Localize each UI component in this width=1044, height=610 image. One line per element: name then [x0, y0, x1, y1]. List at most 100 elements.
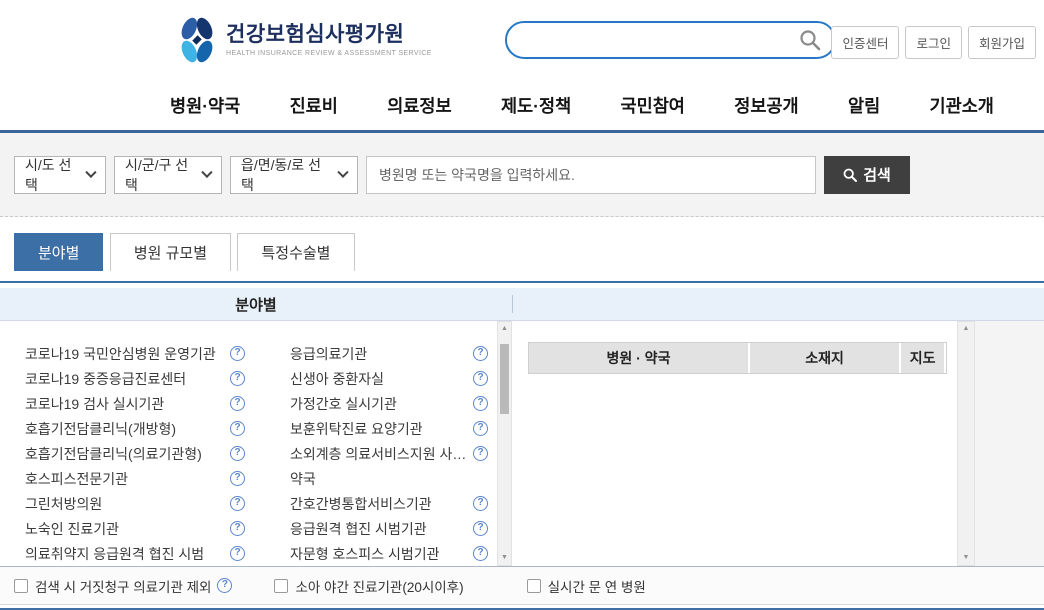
nav-item[interactable]: 제도·정책	[501, 93, 571, 118]
help-icon[interactable]: ?	[473, 346, 488, 361]
category-item[interactable]: 응급원격 협진 시범기관 ?	[290, 516, 488, 541]
search-button-label: 검색	[863, 164, 891, 185]
nav-item[interactable]: 정보공개	[734, 93, 798, 118]
category-item[interactable]: 응급의료기관 ?	[290, 341, 488, 366]
category-item[interactable]: 약국 ?	[290, 466, 488, 491]
category-item[interactable]: 노숙인 진료기관 ?	[25, 516, 245, 541]
footer-filter-item: 검색 시 거짓청구 의료기관 제외 ?	[14, 576, 232, 596]
help-icon[interactable]: ?	[230, 546, 245, 561]
results-pane: 병원 · 약국 소재지 지도	[512, 321, 957, 566]
category-list-scrollbar[interactable]: ▲ ▼	[497, 321, 512, 566]
nav-item[interactable]: 병원·약국	[170, 93, 240, 118]
category-item[interactable]: 간호간병통합서비스기관 ?	[290, 491, 488, 516]
tab[interactable]: 특정수술별	[237, 233, 354, 271]
checkbox[interactable]	[274, 579, 288, 593]
scrollbar-thumb[interactable]	[500, 344, 509, 414]
nav-item[interactable]: 국민참여	[621, 93, 685, 118]
utility-button[interactable]: 회원가입	[968, 26, 1036, 59]
dong-select[interactable]: 읍/면/동/로 선택	[230, 156, 358, 194]
help-icon[interactable]: ?	[473, 496, 488, 511]
nav-item[interactable]: 알림	[848, 93, 880, 118]
scroll-up-icon[interactable]: ▲	[501, 324, 508, 334]
header: 건강보험심사평가원 HEALTH INSURANCE REVIEW & ASSE…	[0, 0, 1044, 80]
category-item[interactable]: 그린처방의원 ?	[25, 491, 245, 516]
nav-item[interactable]: 기관소개	[930, 93, 994, 118]
category-tabs: 분야별 병원 규모별 특정수술별	[0, 217, 1044, 283]
category-label: 노숙인 진료기관	[25, 519, 119, 539]
help-icon[interactable]: ?	[230, 371, 245, 386]
category-label: 응급원격 협진 시범기관	[290, 519, 427, 539]
category-item[interactable]: 의료취약지 응급원격 협진 시범 ?	[25, 541, 245, 566]
category-label: 소외계층 의료서비스지원 사업…	[290, 444, 467, 464]
help-icon[interactable]: ?	[473, 546, 488, 561]
panel-header-divider	[512, 295, 513, 313]
category-item[interactable]: 신생아 중환자실 ?	[290, 366, 488, 391]
help-icon[interactable]: ?	[473, 396, 488, 411]
category-item[interactable]: 코로나19 검사 실시기관 ?	[25, 391, 245, 416]
header-search-box[interactable]	[505, 21, 836, 59]
category-label: 그린처방의원	[25, 494, 102, 514]
footer-filter-item: 실시간 문 연 병원 ?	[527, 576, 667, 596]
category-item[interactable]: 호스피스전문기관 ?	[25, 466, 245, 491]
logo[interactable]: 건강보험심사평가원 HEALTH INSURANCE REVIEW & ASSE…	[176, 15, 432, 65]
sigungu-select-value: 시/군/구 선택	[125, 155, 195, 195]
header-search-input[interactable]	[523, 32, 798, 48]
keyword-input[interactable]	[366, 156, 816, 194]
scroll-down-icon[interactable]: ▼	[501, 553, 508, 563]
help-icon[interactable]: ?	[230, 346, 245, 361]
category-item[interactable]: 소외계층 의료서비스지원 사업… ?	[290, 441, 488, 466]
footer-filter-item: 소아 야간 진료기관(20시이후) ?	[274, 576, 484, 596]
checkbox[interactable]	[14, 579, 28, 593]
sido-select[interactable]: 시/도 선택	[14, 156, 106, 194]
panel-header: 분야별	[0, 288, 1044, 321]
help-icon[interactable]: ?	[473, 371, 488, 386]
scroll-up-icon[interactable]: ▲	[963, 324, 970, 334]
search-button[interactable]: 검색	[824, 156, 910, 194]
category-item[interactable]: 코로나19 중증응급진료센터 ?	[25, 366, 245, 391]
category-label: 약국	[290, 469, 316, 489]
tab[interactable]: 병원 규모별	[110, 233, 231, 271]
utility-button[interactable]: 로그인	[905, 26, 962, 59]
panel-header-title: 분야별	[0, 294, 512, 315]
category-item[interactable]: 보훈위탁진료 요양기관 ?	[290, 416, 488, 441]
nav-item[interactable]: 진료비	[290, 93, 338, 118]
help-icon[interactable]: ?	[230, 496, 245, 511]
help-icon[interactable]: ?	[473, 446, 488, 461]
region-filter-bar: 시/도 선택 시/군/구 선택 읍/면/동/로 선택 검색	[0, 133, 1044, 217]
chevron-down-icon	[337, 166, 348, 177]
help-icon[interactable]: ?	[473, 421, 488, 436]
sido-select-value: 시/도 선택	[25, 155, 79, 195]
help-icon[interactable]: ?	[230, 421, 245, 436]
category-label: 호흡기전담클리닉(개방형)	[25, 419, 176, 439]
search-icon[interactable]	[798, 28, 822, 52]
help-icon[interactable]: ?	[230, 521, 245, 536]
category-item[interactable]: 호흡기전담클리닉(의료기관형) ?	[25, 441, 245, 466]
chevron-down-icon	[202, 166, 213, 177]
category-label: 가정간호 실시기관	[290, 394, 397, 414]
checkbox[interactable]	[527, 579, 541, 593]
dong-select-value: 읍/면/동/로 선택	[241, 155, 331, 195]
help-icon[interactable]: ?	[473, 521, 488, 536]
logo-subtitle: HEALTH INSURANCE REVIEW & ASSESSMENT SER…	[226, 50, 432, 57]
footer-filters: 검색 시 거짓청구 의료기관 제외 ? 소아 야간 진료기관(20시이후) ? …	[0, 566, 1044, 605]
results-column-header: 지도	[901, 343, 946, 373]
tab[interactable]: 분야별	[14, 233, 103, 271]
category-label: 코로나19 검사 실시기관	[25, 394, 164, 414]
scroll-down-icon[interactable]: ▼	[963, 553, 970, 563]
help-icon[interactable]: ?	[230, 471, 245, 486]
sigungu-select[interactable]: 시/군/구 선택	[114, 156, 222, 194]
help-icon[interactable]: ?	[230, 396, 245, 411]
category-label: 간호간병통합서비스기관	[290, 494, 432, 514]
category-label: 코로나19 중증응급진료센터	[25, 369, 186, 389]
results-scrollbar[interactable]: ▲ ▼	[957, 321, 975, 566]
category-item[interactable]: 자문형 호스피스 시범기관 ?	[290, 541, 488, 566]
help-icon[interactable]: ?	[217, 578, 232, 593]
category-item[interactable]: 호흡기전담클리닉(개방형) ?	[25, 416, 245, 441]
nav-item[interactable]: 의료정보	[387, 93, 451, 118]
category-item[interactable]: 가정간호 실시기관 ?	[290, 391, 488, 416]
footer-filter-label: 검색 시 거짓청구 의료기관 제외	[35, 576, 211, 596]
help-icon[interactable]: ?	[230, 446, 245, 461]
category-label: 호스피스전문기관	[25, 469, 128, 489]
category-item[interactable]: 코로나19 국민안심병원 운영기관 ?	[25, 341, 245, 366]
utility-button[interactable]: 인증센터	[831, 26, 899, 59]
